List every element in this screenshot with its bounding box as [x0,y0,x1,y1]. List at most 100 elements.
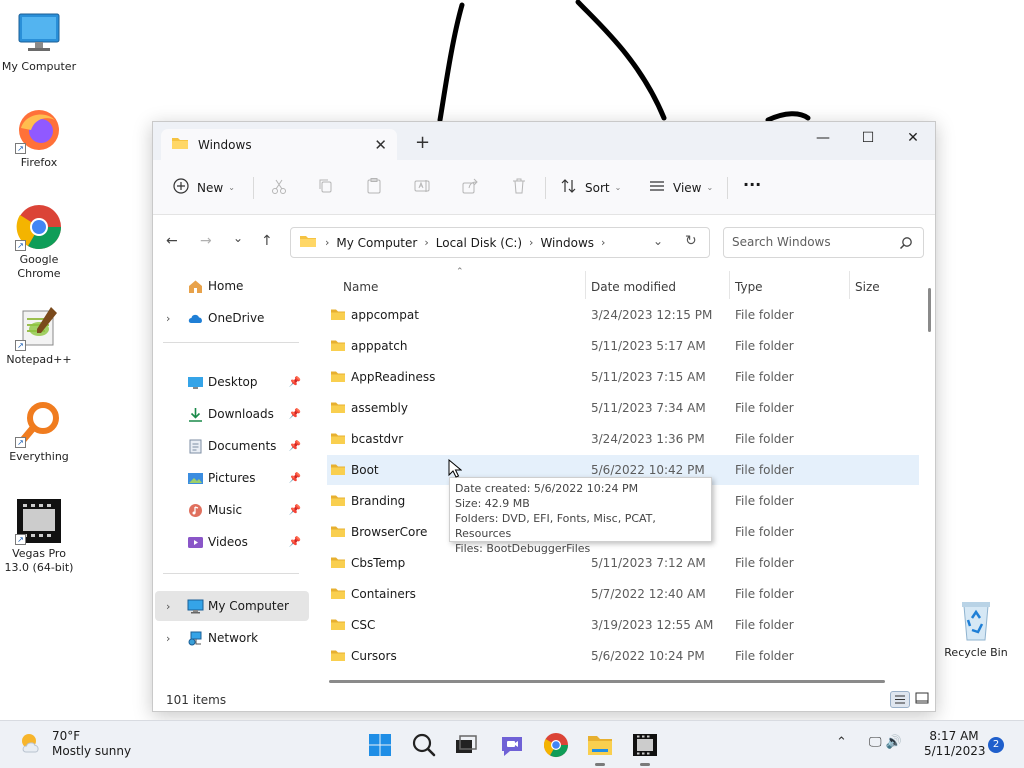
close-window-button[interactable]: ✕ [901,130,925,150]
weather-widget[interactable]: 70°F Mostly sunny [18,729,131,759]
horizontal-scrollbar[interactable] [329,680,885,683]
details-view-button[interactable] [890,691,910,708]
desktop-icon-vegas-pro[interactable]: ↗ Vegas Pro 13.0 (64-bit) [0,497,78,575]
breadcrumb-windows[interactable]: Windows [540,236,594,250]
rename-icon[interactable] [413,177,431,195]
table-row[interactable]: CSC 3/19/2023 12:55 AM File folder [327,610,919,640]
sidebar-item-pictures[interactable]: Pictures 📌 [155,463,309,493]
view-button[interactable]: View ⌄ [649,178,713,197]
chevron-right-icon[interactable]: › [166,632,170,645]
clock[interactable]: 8:17 AM 5/11/2023 [924,729,986,759]
table-row[interactable]: Cursors 5/6/2022 10:24 PM File folder [327,641,919,671]
file-date-modified: 3/19/2023 12:55 AM [591,618,714,632]
show-hidden-icons-button[interactable]: ⌃ [836,735,847,750]
search-input[interactable] [732,228,897,256]
sidebar-item-my-computer[interactable]: › My Computer [155,591,309,621]
file-name: Containers [351,587,416,601]
pin-icon[interactable]: 📌 [289,409,301,420]
breadcrumb-separator[interactable]: › [424,236,428,249]
column-header-type[interactable]: Type [735,280,763,294]
up-button[interactable]: ↑ [261,233,273,249]
sidebar-item-label: OneDrive [208,311,265,325]
maximize-button[interactable]: ☐ [856,130,880,150]
vertical-scrollbar[interactable] [928,288,931,332]
network-icon [187,631,204,646]
search-button[interactable] [410,731,438,759]
share-icon[interactable] [461,177,479,195]
breadcrumb-local-disk[interactable]: Local Disk (C:) [436,236,522,250]
back-button[interactable]: ← [166,233,178,249]
paste-icon[interactable] [365,177,383,195]
column-divider[interactable] [849,271,850,299]
column-header-name[interactable]: Name [343,280,378,294]
desktop-icon-firefox[interactable]: ↗ Firefox [0,106,78,170]
table-row[interactable]: bcastdvr 3/24/2023 1:36 PM File folder [327,424,919,454]
column-divider[interactable] [585,271,586,299]
pin-icon[interactable]: 📌 [289,537,301,548]
sort-button[interactable]: Sort ⌄ [561,178,621,197]
sidebar-item-label: Documents [208,439,277,453]
file-type: File folder [735,556,794,570]
pin-icon[interactable]: 📌 [289,505,301,516]
desktop-icon-notepadpp[interactable]: ↗ Notepad++ [0,303,78,367]
pin-icon[interactable]: 📌 [289,441,301,452]
table-row[interactable]: apppatch 5/11/2023 5:17 AM File folder [327,331,919,361]
sidebar-item-documents[interactable]: Documents 📌 [155,431,309,461]
more-options-button[interactable]: ··· [743,175,761,194]
breadcrumb-my-computer[interactable]: My Computer [336,236,417,250]
tab-windows[interactable]: Windows ✕ [161,129,397,160]
task-view-button[interactable] [452,731,480,759]
pin-icon[interactable]: 📌 [289,377,301,388]
sidebar-item-onedrive[interactable]: › OneDrive [155,303,309,333]
search-box[interactable] [723,227,924,258]
taskbar-vegas-pro[interactable] [631,731,659,766]
delete-icon[interactable] [510,177,528,195]
chrome-icon: ↗ [15,203,63,251]
sidebar-item-network[interactable]: › Network [155,623,309,653]
desktop-icon-recycle-bin[interactable]: Recycle Bin [936,596,1016,660]
notification-badge[interactable]: 2 [988,737,1004,753]
table-row[interactable]: appcompat 3/24/2023 12:15 PM File folder [327,300,919,330]
close-tab-icon[interactable]: ✕ [374,136,387,154]
chevron-right-icon[interactable]: › [166,600,170,613]
sidebar-item-home[interactable]: Home [155,271,309,301]
cut-icon[interactable] [270,177,288,195]
sidebar-item-videos[interactable]: Videos 📌 [155,527,309,557]
title-bar[interactable]: Windows ✕ + — ☐ ✕ [153,122,935,160]
copy-icon[interactable] [317,177,335,195]
pin-icon[interactable]: 📌 [289,473,301,484]
chevron-down-icon: ⌄ [228,183,235,192]
column-header-size[interactable]: Size [855,280,880,294]
table-row[interactable]: Containers 5/7/2022 12:40 AM File folder [327,579,919,609]
sidebar-item-desktop[interactable]: Desktop 📌 [155,367,309,397]
forward-button[interactable]: → [200,233,212,249]
recent-locations-button[interactable]: ⌄ [233,231,243,245]
sidebar-item-music[interactable]: Music 📌 [155,495,309,525]
teams-chat-button[interactable] [498,731,526,759]
network-volume-icons[interactable]: 🖵 🔊 [869,735,902,750]
desktop-icon-chrome[interactable]: ↗ Google Chrome [0,203,78,281]
desktop-icon-everything[interactable]: ↗ Everything [0,400,78,464]
large-icons-view-button[interactable] [913,691,933,708]
taskbar-chrome[interactable] [542,731,570,759]
table-row[interactable]: assembly 5/11/2023 7:34 AM File folder [327,393,919,423]
address-bar[interactable]: › My Computer › Local Disk (C:) › Window… [290,227,710,258]
new-tab-button[interactable]: + [415,134,430,152]
breadcrumb-separator[interactable]: › [601,236,605,249]
breadcrumb-separator[interactable]: › [529,236,533,249]
taskbar-file-explorer[interactable] [586,731,614,766]
start-button[interactable] [366,731,394,759]
system-tray: ⌃ 🖵 🔊 [836,735,902,750]
column-header-date-modified[interactable]: Date modified [591,280,676,294]
sidebar-item-downloads[interactable]: Downloads 📌 [155,399,309,429]
refresh-button[interactable]: ↻ [685,233,697,249]
new-button[interactable]: New ⌄ [173,178,235,197]
chevron-right-icon[interactable]: › [166,312,170,325]
search-icon[interactable] [899,236,913,253]
desktop-icon-my-computer[interactable]: My Computer [0,10,78,74]
desktop-icon-label: Vegas Pro 13.0 (64-bit) [4,547,74,574]
minimize-button[interactable]: — [811,130,835,150]
address-dropdown-button[interactable]: ⌄ [653,234,663,248]
column-divider[interactable] [729,271,730,299]
table-row[interactable]: AppReadiness 5/11/2023 7:15 AM File fold… [327,362,919,392]
